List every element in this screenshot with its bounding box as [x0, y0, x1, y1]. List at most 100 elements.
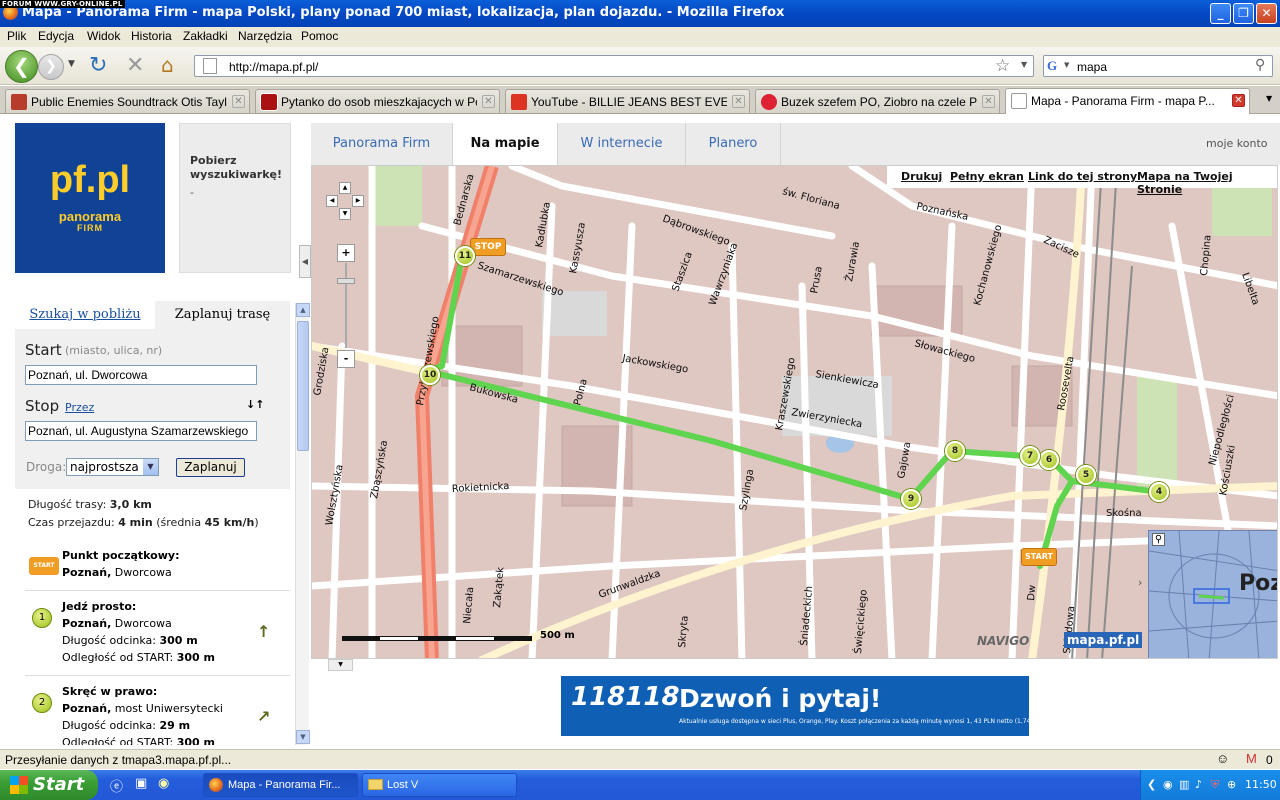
- zoom-slider-thumb[interactable]: [337, 278, 355, 284]
- swap-icon[interactable]: ↓↑: [246, 398, 264, 411]
- taskbar-task-folder[interactable]: Lost V: [362, 773, 517, 797]
- download-promo[interactable]: Pobierz wyszukiwarkę! -: [179, 123, 291, 273]
- stop-input[interactable]: Poznań, ul. Augustyna Szamarzewskiego: [25, 421, 257, 441]
- tab-close-icon[interactable]: ✕: [232, 95, 245, 108]
- quicklaunch-firefox-icon[interactable]: ◉: [158, 776, 169, 791]
- waypoint-marker[interactable]: 10: [420, 365, 440, 385]
- menu-plik[interactable]: Plik: [7, 29, 26, 43]
- print-link[interactable]: Drukuj: [901, 170, 942, 183]
- waypoint-marker[interactable]: 5: [1076, 465, 1096, 485]
- taskbar-task-firefox[interactable]: Mapa - Panorama Fir...: [203, 773, 358, 797]
- back-button[interactable]: ❮: [5, 50, 38, 83]
- window-titlebar[interactable]: Mapa - Panorama Firm - mapa Polski, plan…: [0, 0, 1280, 27]
- start-button[interactable]: Start: [0, 770, 98, 800]
- minimap[interactable]: ⚲ Poz: [1148, 530, 1277, 658]
- search-box[interactable]: G ▼ mapa ⚲: [1043, 55, 1273, 77]
- stop-icon[interactable]: ✕: [126, 53, 144, 78]
- menu-widok[interactable]: Widok: [87, 29, 120, 43]
- fullscreen-link[interactable]: Pełny ekran: [950, 170, 1024, 183]
- history-dropdown-icon[interactable]: ▼: [68, 59, 75, 69]
- quicklaunch-ie-icon[interactable]: ⓔ: [110, 776, 123, 795]
- bookmark-star-icon[interactable]: ☆: [995, 56, 1010, 76]
- tab-youtube[interactable]: YouTube - BILLIE JEANS BEST EVER M... ✕: [505, 89, 750, 113]
- tab-close-icon[interactable]: ✕: [1232, 94, 1245, 107]
- url-dropdown-icon[interactable]: ▼: [1021, 60, 1027, 69]
- pan-control[interactable]: ◀ ▲ ▶ ▼: [326, 182, 364, 220]
- tray-app-icon[interactable]: ◉: [1163, 778, 1173, 791]
- close-button[interactable]: ✕: [1256, 3, 1277, 24]
- google-icon[interactable]: G: [1047, 58, 1057, 74]
- map-canvas[interactable]: Dąbrowskiego św. Floriana Poznańska Bedn…: [311, 165, 1278, 659]
- zoom-out-button[interactable]: -: [337, 350, 355, 368]
- search-input[interactable]: mapa: [1077, 60, 1107, 74]
- start-input[interactable]: Poznań, ul. Dworcowa: [25, 365, 257, 385]
- menu-pomoc[interactable]: Pomoc: [301, 29, 338, 43]
- scroll-down-icon[interactable]: ▼: [296, 730, 310, 744]
- map-expand-icon[interactable]: ▼: [328, 659, 353, 671]
- tab-mapa[interactable]: Mapa - Panorama Firm - mapa P... ✕: [1005, 88, 1250, 114]
- pf-logo[interactable]: pf.pl panorama FIRM: [15, 123, 165, 273]
- map-svg[interactable]: Dąbrowskiego św. Floriana Poznańska Bedn…: [312, 166, 1278, 659]
- panel-scrollbar[interactable]: ▲ ▼: [295, 303, 310, 745]
- tab-panorama-firm[interactable]: Panorama Firm: [311, 123, 453, 165]
- url-bar[interactable]: http://mapa.pf.pl/ ☆ ▼: [194, 55, 1034, 77]
- menu-narzedzia[interactable]: Narzędzia: [238, 29, 292, 43]
- stop-marker-icon[interactable]: STOP: [470, 238, 506, 256]
- waypoint-marker[interactable]: 6: [1039, 450, 1059, 470]
- road-type-select[interactable]: najprostsza ▼: [66, 458, 159, 476]
- waypoint-marker[interactable]: 8: [945, 441, 965, 461]
- zoom-slider-track[interactable]: [345, 263, 347, 348]
- tab-public-enemies[interactable]: Public Enemies Soundtrack Otis Taylor ..…: [5, 89, 250, 113]
- tray-volume-icon[interactable]: ♪: [1195, 778, 1202, 791]
- chevron-down-icon[interactable]: ▼: [143, 459, 158, 475]
- tab-close-icon[interactable]: ✕: [732, 95, 745, 108]
- url-text[interactable]: http://mapa.pf.pl/: [229, 60, 318, 74]
- home-icon[interactable]: ⌂: [161, 53, 174, 77]
- pan-up-icon[interactable]: ▲: [339, 182, 351, 194]
- tray-arrow-icon[interactable]: ❮: [1147, 778, 1156, 791]
- scroll-up-icon[interactable]: ▲: [296, 303, 310, 317]
- forward-button[interactable]: ❯: [38, 54, 64, 80]
- search-icon[interactable]: ⚲: [1255, 57, 1265, 73]
- addon-icon[interactable]: ☺: [1216, 751, 1229, 766]
- via-link[interactable]: Przez: [65, 401, 94, 414]
- maximize-button[interactable]: ❐: [1233, 3, 1254, 24]
- waypoint-marker[interactable]: 9: [901, 489, 921, 509]
- search-engine-dropdown-icon[interactable]: ▼: [1064, 61, 1069, 69]
- plan-button[interactable]: Zaplanuj: [176, 458, 245, 477]
- collapse-panel-button[interactable]: ◀: [299, 245, 311, 278]
- tab-zaplanuj-trase[interactable]: Zaplanuj trasę: [155, 301, 290, 329]
- tab-list-icon[interactable]: ▼: [1266, 94, 1272, 103]
- menu-zakladki[interactable]: Zakładki: [183, 29, 228, 43]
- tray-security-icon[interactable]: ⛨: [1211, 778, 1219, 792]
- waypoint-marker[interactable]: 4: [1149, 482, 1169, 502]
- link-to-page-link[interactable]: Link do tej strony: [1028, 170, 1137, 183]
- waypoint-marker[interactable]: 7: [1020, 446, 1040, 466]
- tab-planero[interactable]: Planero: [686, 123, 781, 165]
- pan-left-icon[interactable]: ◀: [326, 195, 338, 207]
- pan-right-icon[interactable]: ▶: [352, 195, 364, 207]
- quicklaunch-show-desktop-icon[interactable]: ▣: [135, 776, 147, 791]
- pan-down-icon[interactable]: ▼: [339, 208, 351, 220]
- route-step[interactable]: 1 Jedź prosto: Poznań, Dworcowa Długość …: [25, 590, 290, 675]
- menu-edycja[interactable]: Edycja: [38, 29, 74, 43]
- tab-w-internecie[interactable]: W internecie: [558, 123, 686, 165]
- route-step[interactable]: 2 Skręć w prawo: Poznań, most Uniwersyte…: [25, 675, 290, 745]
- tab-close-icon[interactable]: ✕: [982, 95, 995, 108]
- tab-szukaj-w-poblizu[interactable]: Szukaj w pobliżu: [15, 301, 155, 329]
- tab-pytanko[interactable]: Pytanko do osob mieszkajacych w Pozn... …: [255, 89, 500, 113]
- zoom-icon[interactable]: ⚲: [1152, 533, 1165, 546]
- minimap-toggle-icon[interactable]: ›: [1138, 576, 1142, 589]
- ad-banner[interactable]: 118118 Dzwoń i pytaj! Aktualnie usługa d…: [561, 676, 1068, 736]
- start-marker-icon[interactable]: START: [1021, 548, 1057, 566]
- scroll-thumb[interactable]: [297, 321, 309, 451]
- menu-historia[interactable]: Historia: [131, 29, 172, 43]
- tab-na-mapie[interactable]: Na mapie: [453, 123, 558, 165]
- tab-buzek[interactable]: Buzek szefem PO, Ziobro na czele PiS - .…: [755, 89, 1000, 113]
- zoom-in-button[interactable]: +: [337, 244, 355, 262]
- tray-update-icon[interactable]: ⊕: [1227, 778, 1236, 791]
- gmail-icon[interactable]: M: [1246, 751, 1257, 766]
- tab-close-icon[interactable]: ✕: [482, 95, 495, 108]
- moje-konto-link[interactable]: moje konto: [1206, 137, 1268, 150]
- waypoint-marker[interactable]: 11: [455, 246, 475, 266]
